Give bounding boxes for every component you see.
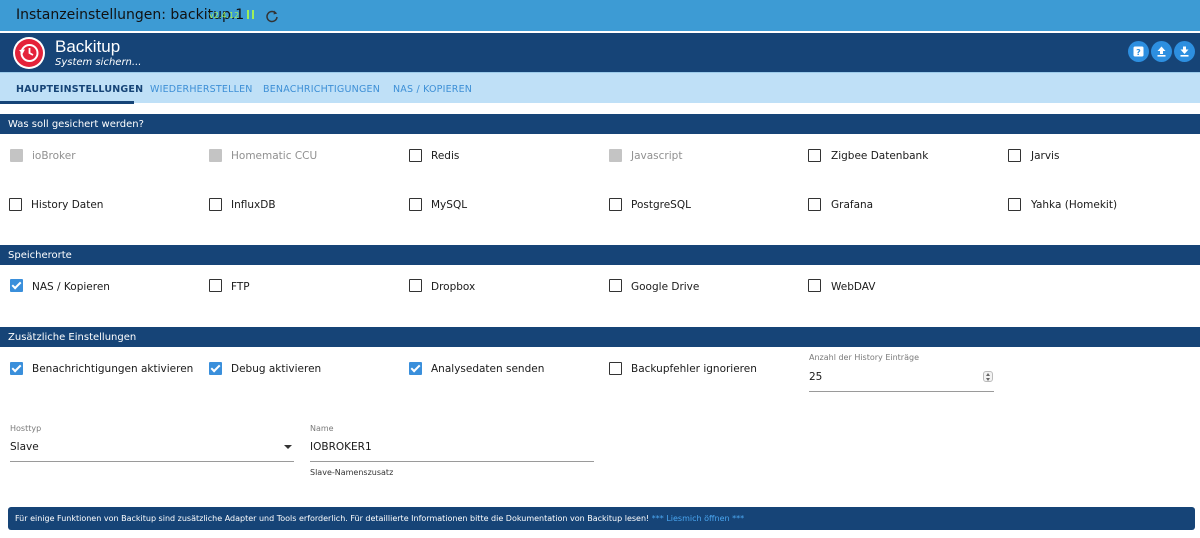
checkbox-label: Analysedaten senden bbox=[431, 363, 545, 375]
checkbox-postgresql[interactable] bbox=[609, 198, 622, 211]
history-entries-input[interactable]: 25 bbox=[809, 371, 822, 383]
checkbox-mysql[interactable] bbox=[409, 198, 422, 211]
version-badge: v2.4.12 bbox=[209, 11, 240, 20]
checkbox-ignore-errors[interactable] bbox=[609, 362, 622, 375]
checkbox-webdav[interactable] bbox=[808, 279, 821, 292]
checkbox-label: Redis bbox=[431, 150, 460, 162]
checkbox-label: NAS / Kopieren bbox=[32, 281, 110, 293]
checkbox-javascript[interactable] bbox=[609, 149, 622, 162]
checkbox-ftp[interactable] bbox=[209, 279, 222, 292]
pause-icon[interactable] bbox=[246, 8, 255, 21]
help-icon: ? bbox=[1133, 46, 1144, 57]
checkbox-label: Backupfehler ignorieren bbox=[631, 363, 757, 375]
download-icon bbox=[1180, 46, 1189, 57]
checkbox-iobroker[interactable] bbox=[10, 149, 23, 162]
checkbox-label: FTP bbox=[231, 281, 250, 293]
checkbox-label: Dropbox bbox=[431, 281, 476, 293]
help-button[interactable]: ? bbox=[1128, 41, 1149, 62]
checkbox-label: Google Drive bbox=[631, 281, 700, 293]
field-underline bbox=[10, 461, 294, 462]
checkbox-label: Debug aktivieren bbox=[231, 363, 322, 375]
checkbox-google-drive[interactable] bbox=[609, 279, 622, 292]
checkbox-notifications[interactable] bbox=[10, 362, 23, 375]
app-subtitle: System sichern... bbox=[55, 57, 142, 68]
upload-icon bbox=[1157, 46, 1166, 57]
checkbox-label: Benachrichtigungen aktivieren bbox=[32, 363, 194, 375]
backitup-logo bbox=[13, 37, 45, 69]
upload-button[interactable] bbox=[1151, 41, 1172, 62]
readme-link[interactable]: *** Liesmich öffnen *** bbox=[652, 514, 744, 523]
info-banner: Für einige Funktionen von Backitup sind … bbox=[8, 507, 1195, 530]
checkbox-grafana[interactable] bbox=[808, 198, 821, 211]
checkbox-label: Grafana bbox=[831, 199, 874, 211]
checkbox-jarvis[interactable] bbox=[1008, 149, 1021, 162]
checkbox-label: InfluxDB bbox=[231, 199, 276, 211]
checkbox-label: History Daten bbox=[31, 199, 104, 211]
checkbox-label: Zigbee Datenbank bbox=[831, 150, 929, 162]
checkbox-yahka[interactable] bbox=[1008, 198, 1021, 211]
number-stepper[interactable] bbox=[983, 371, 993, 382]
app-header: Backitup System sichern... ? bbox=[0, 33, 1200, 72]
history-entries-label: Anzahl der History Einträge bbox=[809, 353, 919, 362]
checkbox-debug[interactable] bbox=[209, 362, 222, 375]
checkbox-dropbox[interactable] bbox=[409, 279, 422, 292]
tab-nas-kopieren[interactable]: NAS / KOPIEREN bbox=[393, 84, 472, 95]
name-input[interactable]: IOBROKER1 bbox=[310, 441, 372, 453]
name-label: Name bbox=[310, 424, 334, 433]
checkbox-redis[interactable] bbox=[409, 149, 422, 162]
field-underline bbox=[809, 391, 994, 392]
host-type-label: Hosttyp bbox=[10, 424, 42, 433]
checkbox-influxdb[interactable] bbox=[209, 198, 222, 211]
reload-icon[interactable] bbox=[265, 8, 279, 23]
field-underline bbox=[310, 461, 594, 462]
active-tab-indicator bbox=[0, 101, 134, 104]
section-header-storage: Speicherorte bbox=[0, 245, 1200, 265]
checkbox-analytics[interactable] bbox=[409, 362, 422, 375]
section-header-backup: Was soll gesichert werden? bbox=[0, 114, 1200, 134]
name-helper-text: Slave-Namenszusatz bbox=[310, 468, 394, 477]
checkbox-label: Homematic CCU bbox=[231, 150, 318, 162]
checkbox-label: Jarvis bbox=[1031, 150, 1060, 162]
checkbox-nas-kopieren[interactable] bbox=[10, 279, 23, 292]
host-type-select[interactable]: Slave bbox=[10, 441, 39, 453]
checkbox-homematic-ccu[interactable] bbox=[209, 149, 222, 162]
checkbox-label: MySQL bbox=[431, 199, 468, 211]
tab-bar: HAUPTEINSTELLUNGEN WIEDERHERSTELLEN BENA… bbox=[0, 72, 1200, 104]
info-text: Für einige Funktionen von Backitup sind … bbox=[15, 514, 650, 523]
tab-wiederherstellen[interactable]: WIEDERHERSTELLEN bbox=[150, 84, 253, 95]
tab-benachrichtigungen[interactable]: BENACHRICHTIGUNGEN bbox=[263, 84, 380, 95]
checkbox-zigbee[interactable] bbox=[808, 149, 821, 162]
app-name: Backitup bbox=[55, 37, 121, 56]
checkbox-history[interactable] bbox=[9, 198, 22, 211]
checkbox-label: Javascript bbox=[631, 150, 683, 162]
section-header-additional: Zusätzliche Einstellungen bbox=[0, 327, 1200, 347]
window-titlebar: Instanzeinstellungen: backitup.1 v2.4.12 bbox=[0, 0, 1200, 31]
download-button[interactable] bbox=[1174, 41, 1195, 62]
svg-text:?: ? bbox=[1136, 48, 1141, 57]
chevron-down-icon[interactable] bbox=[284, 445, 292, 449]
checkbox-label: Yahka (Homekit) bbox=[1031, 199, 1118, 211]
checkbox-label: PostgreSQL bbox=[631, 199, 691, 211]
checkbox-label: ioBroker bbox=[32, 150, 76, 162]
checkbox-label: WebDAV bbox=[831, 281, 876, 293]
tab-haupteinstellungen[interactable]: HAUPTEINSTELLUNGEN bbox=[16, 84, 143, 95]
